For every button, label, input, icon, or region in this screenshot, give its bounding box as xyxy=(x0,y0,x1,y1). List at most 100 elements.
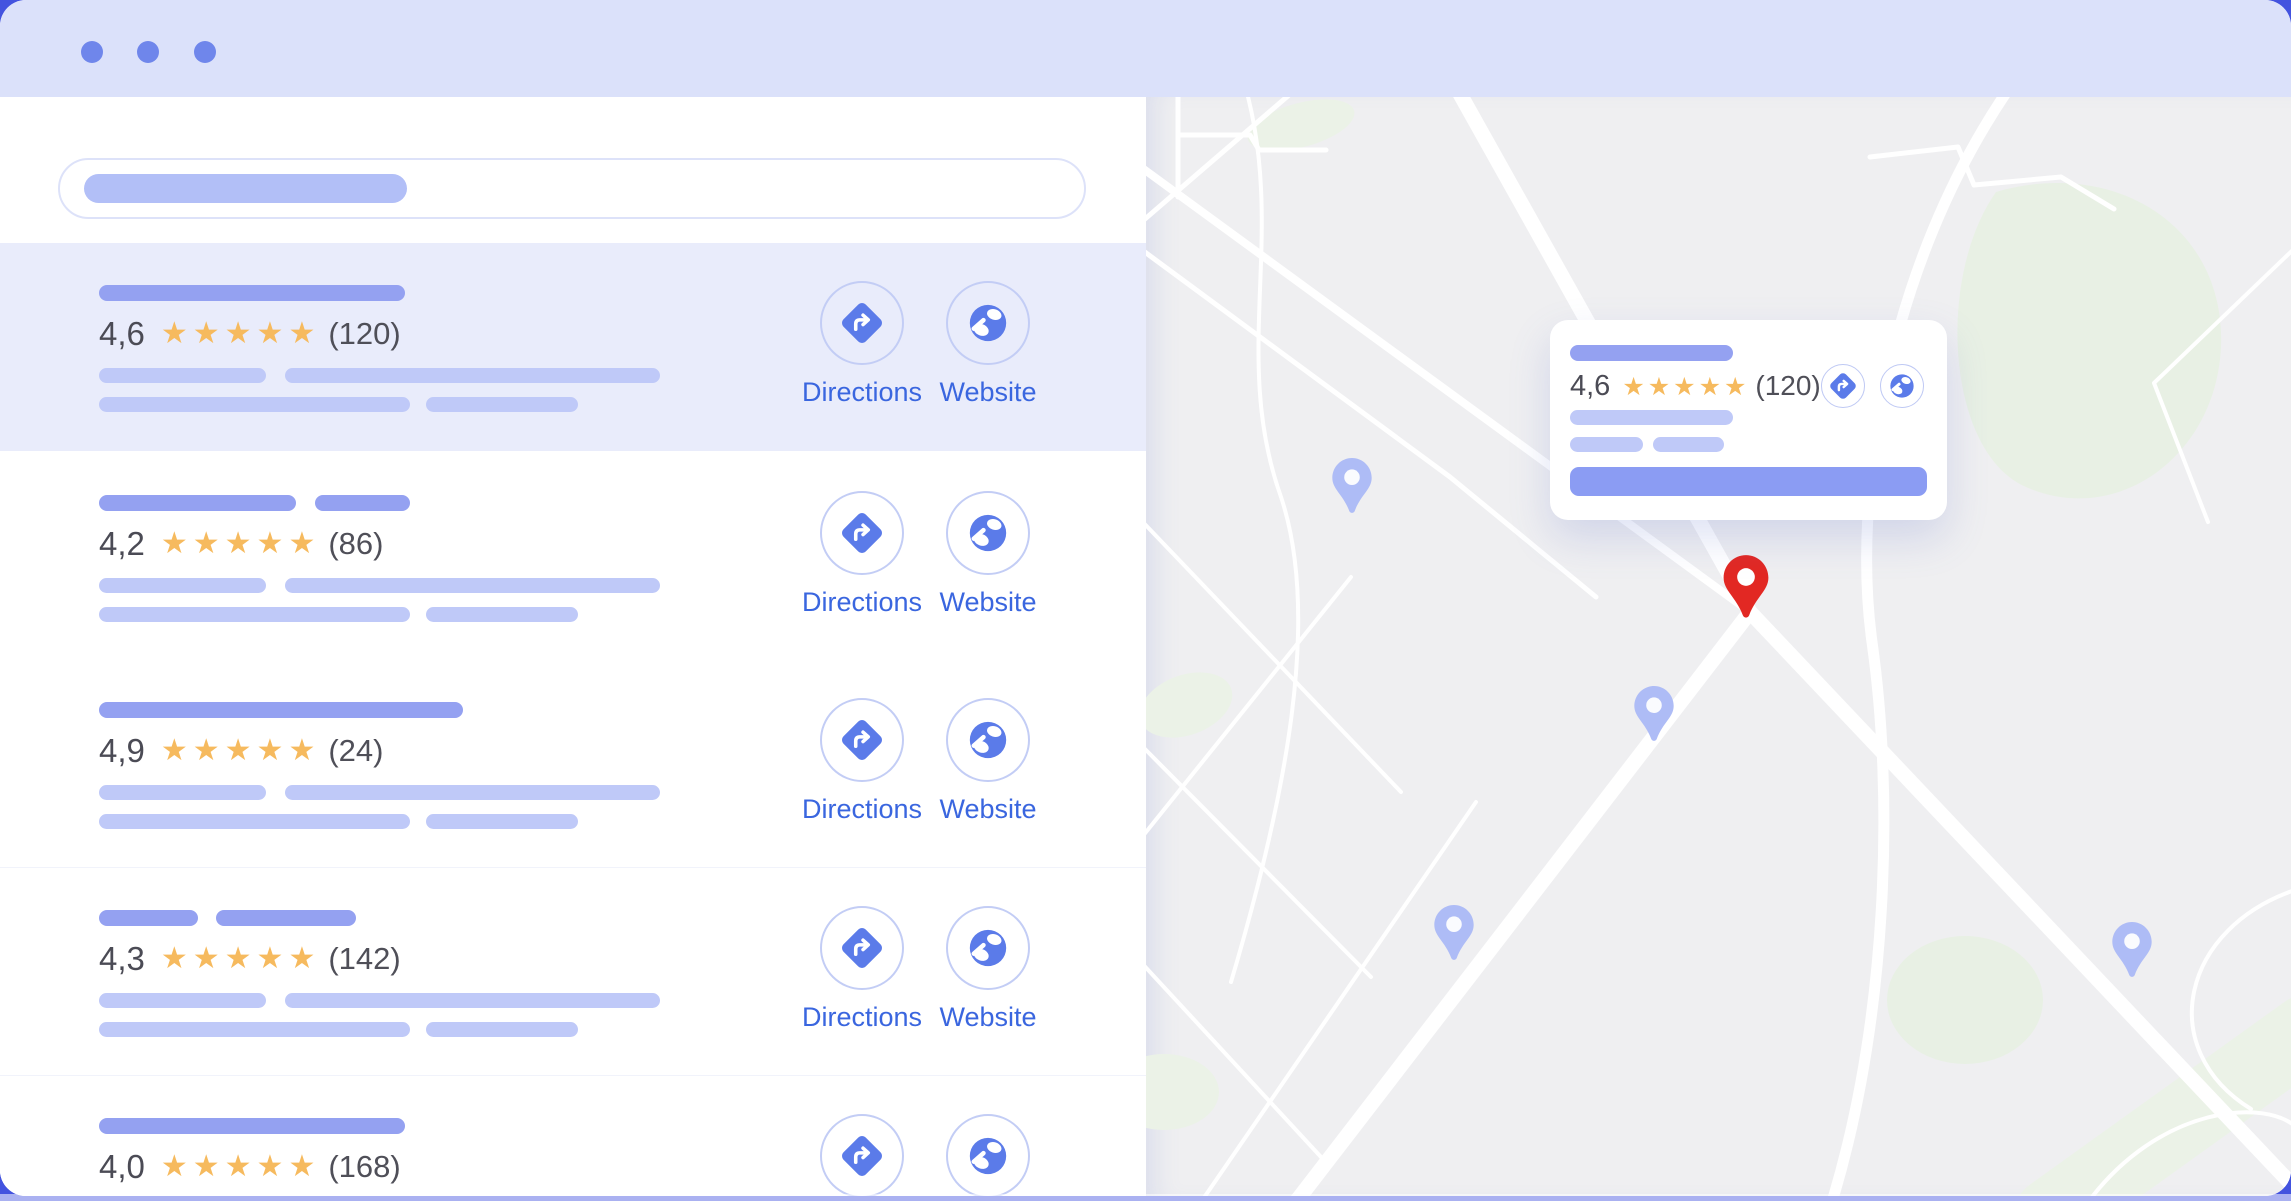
result-text-skeleton xyxy=(285,578,660,593)
popup-text-skeleton xyxy=(1570,410,1733,425)
search-placeholder-skeleton xyxy=(84,174,407,203)
rating-value: 4,6 xyxy=(1570,370,1610,403)
result-title-skeleton xyxy=(99,702,463,718)
rating-value: 4,3 xyxy=(99,940,145,978)
result-title-skeleton xyxy=(315,495,410,511)
map-pin-blue[interactable] xyxy=(1433,904,1475,962)
directions-icon xyxy=(1828,371,1858,401)
star-rating-icons: ★★★★★ xyxy=(161,529,320,559)
directions-label: Directions xyxy=(802,794,922,825)
popup-title-skeleton xyxy=(1570,345,1733,361)
result-row[interactable]: 4,0 ★★★★★ (168) Directions Website xyxy=(0,1076,1146,1196)
results-panel: 4,6 ★★★★★ (120) Directions Website 4,2 xyxy=(0,97,1146,1196)
window-dot-icon[interactable] xyxy=(137,41,159,63)
result-title-skeleton xyxy=(99,1118,405,1134)
website-button[interactable]: Website xyxy=(913,1114,1063,1196)
star-rating-icons: ★★★★★ xyxy=(1622,374,1749,399)
popup-directions-button[interactable] xyxy=(1821,364,1865,408)
website-label: Website xyxy=(939,587,1036,618)
window-bottom-edge xyxy=(0,1194,2291,1201)
website-label: Website xyxy=(939,1002,1036,1033)
rating-value: 4,9 xyxy=(99,732,145,770)
directions-icon xyxy=(839,717,885,763)
rating-line: 4,0 ★★★★★ (168) xyxy=(99,1145,401,1189)
result-title-skeleton xyxy=(99,910,198,926)
globe-icon xyxy=(963,508,1013,558)
review-count: (120) xyxy=(1755,370,1820,402)
popup-text-skeleton xyxy=(1570,437,1643,452)
result-text-skeleton xyxy=(426,397,578,412)
review-count: (86) xyxy=(328,526,383,562)
rating-line: 4,9 ★★★★★ (24) xyxy=(99,729,384,773)
result-text-skeleton xyxy=(99,368,266,383)
star-rating-icons: ★★★★★ xyxy=(161,944,320,974)
website-button[interactable]: Website xyxy=(913,698,1063,825)
map-pin-red-selected[interactable] xyxy=(1722,554,1770,620)
popup-website-button[interactable] xyxy=(1880,364,1924,408)
window-titlebar xyxy=(0,0,2291,97)
rating-value: 4,6 xyxy=(99,315,145,353)
rating-value: 4,0 xyxy=(99,1148,145,1186)
directions-label: Directions xyxy=(802,587,922,618)
rating-line: 4,3 ★★★★★ (142) xyxy=(99,937,401,981)
result-title-skeleton xyxy=(216,910,356,926)
result-text-skeleton xyxy=(99,607,410,622)
review-count: (24) xyxy=(328,733,383,769)
map-pin-blue[interactable] xyxy=(1331,457,1373,515)
result-row[interactable]: 4,2 ★★★★★ (86) Directions Website xyxy=(0,453,1146,661)
result-row[interactable]: 4,3 ★★★★★ (142) Directions Website xyxy=(0,868,1146,1076)
directions-icon xyxy=(839,925,885,971)
result-text-skeleton xyxy=(99,814,410,829)
popup-text-skeleton xyxy=(1653,437,1724,452)
globe-icon xyxy=(963,1131,1013,1181)
result-row[interactable]: 4,6 ★★★★★ (120) Directions Website xyxy=(0,243,1146,451)
directions-icon xyxy=(839,300,885,346)
star-rating-icons: ★★★★★ xyxy=(161,319,320,349)
globe-icon xyxy=(963,923,1013,973)
website-button[interactable]: Website xyxy=(913,906,1063,1033)
website-label: Website xyxy=(939,794,1036,825)
result-text-skeleton xyxy=(99,397,410,412)
star-rating-icons: ★★★★★ xyxy=(161,1152,320,1182)
globe-icon xyxy=(963,715,1013,765)
window-dot-icon[interactable] xyxy=(81,41,103,63)
globe-icon xyxy=(963,298,1013,348)
map-canvas[interactable] xyxy=(1146,97,2291,1196)
result-text-skeleton xyxy=(99,1022,410,1037)
result-text-skeleton xyxy=(99,578,266,593)
map-roads xyxy=(1146,97,2291,1196)
map-pin-blue[interactable] xyxy=(2111,921,2153,979)
result-title-skeleton xyxy=(99,495,296,511)
result-text-skeleton xyxy=(99,993,266,1008)
map-pin-blue[interactable] xyxy=(1633,685,1675,743)
rating-line: 4,2 ★★★★★ (86) xyxy=(99,522,384,566)
directions-label: Directions xyxy=(802,377,922,408)
result-row[interactable]: 4,9 ★★★★★ (24) Directions Website xyxy=(0,660,1146,868)
result-text-skeleton xyxy=(426,814,578,829)
result-text-skeleton xyxy=(285,785,660,800)
result-text-skeleton xyxy=(99,785,266,800)
result-text-skeleton xyxy=(285,368,660,383)
review-count: (168) xyxy=(328,1149,400,1185)
directions-icon xyxy=(839,1133,885,1179)
website-label: Website xyxy=(939,377,1036,408)
directions-icon xyxy=(839,510,885,556)
rating-line: 4,6 ★★★★★ (120) xyxy=(99,312,401,356)
result-text-skeleton xyxy=(426,607,578,622)
map-popup-card: 4,6 ★★★★★ (120) xyxy=(1550,320,1947,520)
app-window: 4,6 ★★★★★ (120) Directions Website 4,2 xyxy=(0,0,2291,1196)
result-title-skeleton xyxy=(99,285,405,301)
popup-cta-button[interactable] xyxy=(1570,467,1927,496)
review-count: (120) xyxy=(328,316,400,352)
website-button[interactable]: Website xyxy=(913,491,1063,618)
review-count: (142) xyxy=(328,941,400,977)
website-button[interactable]: Website xyxy=(913,281,1063,408)
window-dot-icon[interactable] xyxy=(194,41,216,63)
directions-label: Directions xyxy=(802,1002,922,1033)
result-text-skeleton xyxy=(285,993,660,1008)
search-input[interactable] xyxy=(58,158,1086,219)
globe-icon xyxy=(1886,370,1918,402)
result-text-skeleton xyxy=(426,1022,578,1037)
star-rating-icons: ★★★★★ xyxy=(161,736,320,766)
rating-value: 4,2 xyxy=(99,525,145,563)
